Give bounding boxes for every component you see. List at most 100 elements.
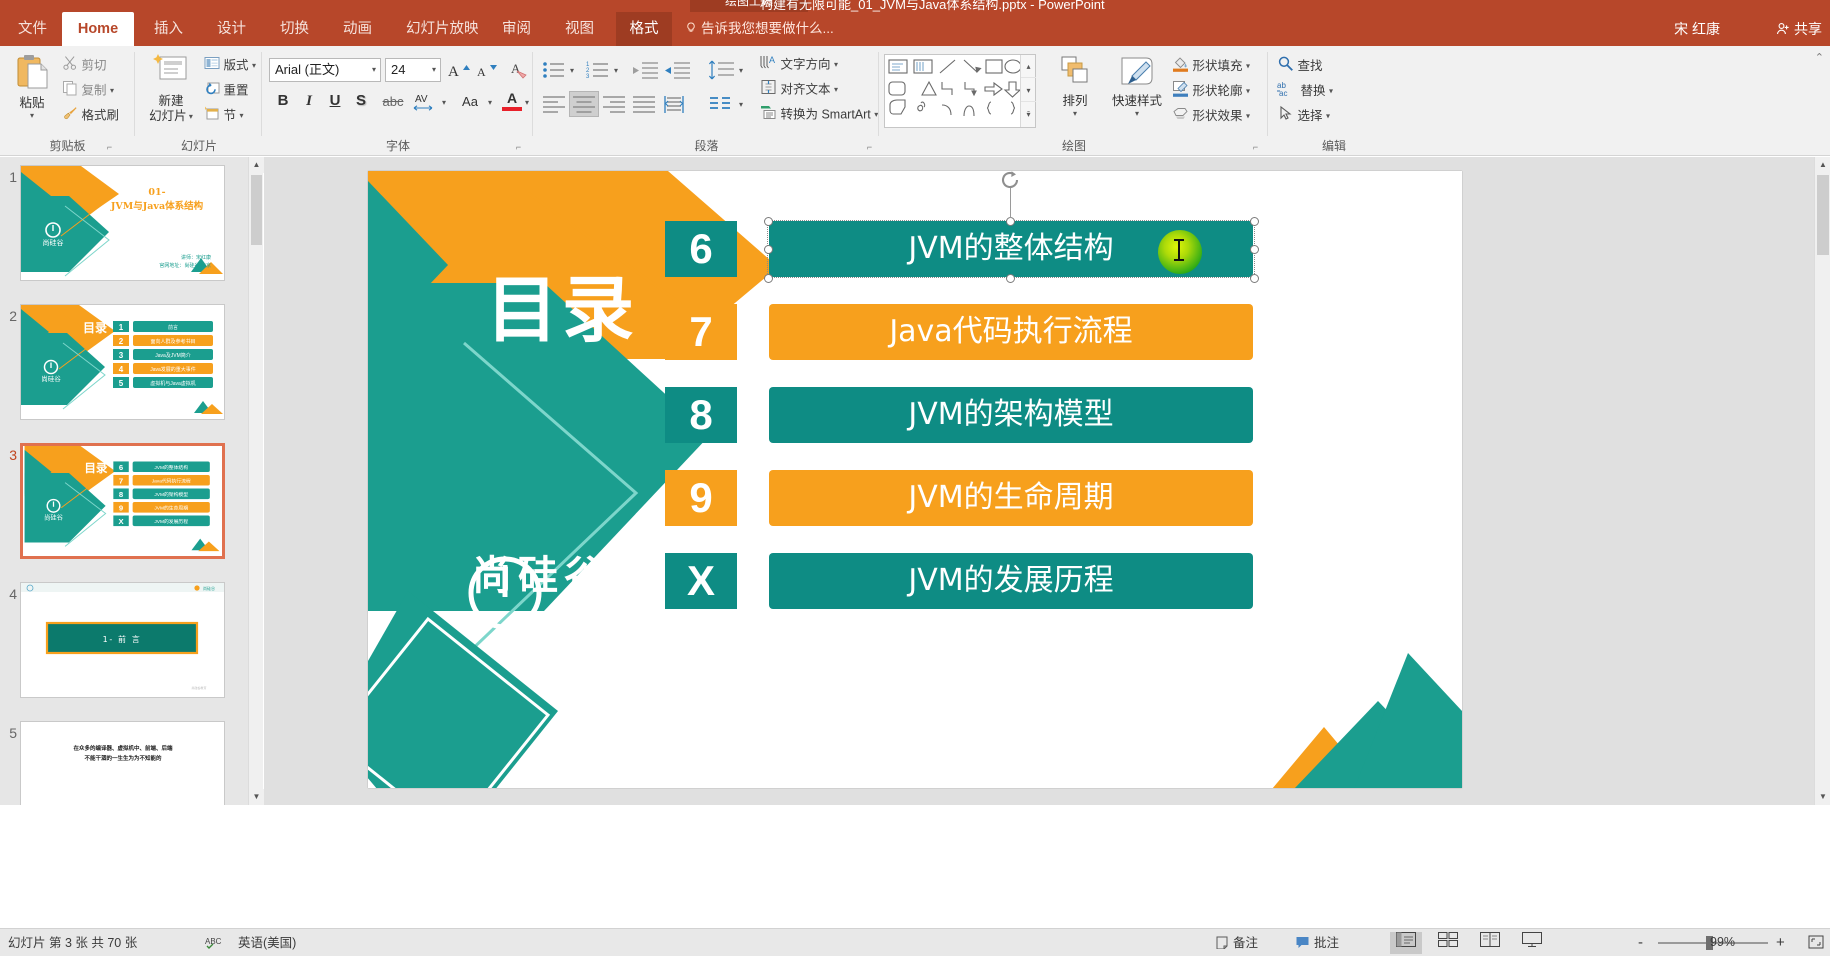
slide-scroll-down-icon[interactable]: ▼ [1815, 789, 1830, 805]
bold-button[interactable]: B [271, 90, 295, 114]
thumbnail-frame[interactable]: 尚硅谷 目录 1 前言 2 面向人群及参考书目 3 Java及JVM简介 4 J… [20, 304, 225, 420]
tab-insert[interactable]: 插入 [142, 12, 195, 46]
thumbnail-pane-scrollbar[interactable]: ▲ ▼ [248, 157, 264, 805]
tab-format[interactable]: 格式 [616, 12, 672, 46]
shape-outline-caret-icon[interactable]: ▾ [1246, 87, 1250, 96]
arrange-button[interactable]: 排列 ▾ [1048, 54, 1102, 118]
line-spacing-caret-icon[interactable]: ▾ [739, 66, 743, 75]
thumb-scroll-up-icon[interactable]: ▲ [249, 157, 264, 173]
toc-item-8[interactable]: 8 JVM的架构模型 [665, 387, 1257, 443]
notes-button[interactable]: 备注 [1215, 929, 1258, 956]
selection-handle-bottom-left[interactable] [764, 274, 773, 283]
align-right-button[interactable] [600, 92, 628, 116]
distribute-button[interactable] [660, 92, 688, 116]
tab-file[interactable]: 文件 [6, 12, 59, 46]
paragraph-dialog-launcher[interactable]: ⌐ [864, 142, 875, 153]
ribbon-collapse-icon[interactable]: ⌃ [1815, 51, 1824, 64]
drawing-dialog-launcher[interactable]: ⌐ [1250, 142, 1261, 153]
columns-button[interactable] [706, 92, 736, 116]
bullets-caret-icon[interactable]: ▾ [570, 66, 574, 75]
bullets-button[interactable] [540, 58, 568, 82]
share-button[interactable]: 共享 [1776, 12, 1822, 46]
shape-effects-caret-icon[interactable]: ▾ [1246, 112, 1250, 121]
strikethrough-button[interactable]: abc [378, 90, 408, 114]
section-button[interactable]: 节 ▾ [204, 105, 244, 125]
selection-handle-top-left[interactable] [764, 217, 773, 226]
slide-counter[interactable]: 幻灯片 第 3 张 共 70 张 [8, 929, 137, 956]
text-direction-button[interactable]: A 文字方向 ▾ [760, 54, 838, 74]
thumbnail-item-4[interactable]: 4 尚硅谷 1- 前 言 尚硅谷教育 [0, 582, 248, 706]
thumbnail-item-5[interactable]: 5 在众多的编译器、虚拟机中、前端、后端 不能干涸的一生生为为不知能的 [0, 721, 248, 805]
user-account-name[interactable]: 宋 红康 [1674, 12, 1720, 46]
decrease-indent-button[interactable] [630, 58, 660, 82]
numbering-caret-icon[interactable]: ▾ [614, 66, 618, 75]
numbering-button[interactable]: 123 [584, 58, 612, 82]
tab-design[interactable]: 设计 [205, 12, 258, 46]
decrease-font-size-button[interactable]: A [473, 58, 499, 82]
find-button[interactable]: 查找 [1277, 55, 1323, 75]
font-size-combo[interactable]: 24 ▾ [385, 58, 441, 82]
font-color-caret-icon[interactable]: ▾ [525, 98, 529, 107]
zoom-in-button[interactable]: + [1776, 929, 1785, 956]
clear-formatting-button[interactable]: A [507, 58, 533, 82]
selection-handle-top-right[interactable] [1250, 217, 1259, 226]
copy-button[interactable]: 复制 ▾ [62, 80, 114, 100]
thumbnail-frame[interactable]: 尚硅谷 1- 前 言 尚硅谷教育 [20, 582, 225, 698]
font-name-combo[interactable]: Arial (正文) ▾ [269, 58, 381, 82]
slide-scroll-up-icon[interactable]: ▲ [1815, 157, 1830, 173]
shape-fill-caret-icon[interactable]: ▾ [1246, 62, 1250, 71]
align-center-button[interactable] [569, 91, 599, 117]
thumbnail-frame-selected[interactable]: 尚硅谷 目录 6 JVM的整体结构 7 Java代码执行流程 8 JVM的架构模… [20, 443, 225, 559]
font-name-caret-icon[interactable]: ▾ [372, 59, 376, 81]
slide-scroll-thumb[interactable] [1817, 175, 1829, 255]
thumb-scroll-down-icon[interactable]: ▼ [249, 789, 264, 805]
view-slide-sorter-button[interactable] [1432, 932, 1464, 954]
cut-button[interactable]: 剪切 [62, 55, 107, 75]
format-painter-button[interactable]: 格式刷 [62, 105, 119, 125]
thumbnail-item-1[interactable]: 1 尚硅谷 01- JVM与Java体系结构 讲师：宋红康 官网地址：尚硅谷-北… [0, 165, 248, 289]
rotate-handle-icon[interactable] [998, 171, 1022, 192]
fit-slide-to-window-button[interactable] [1808, 929, 1824, 956]
toc-item-7[interactable]: 7 Java代码执行流程 [665, 304, 1257, 360]
thumbnail-frame[interactable]: 尚硅谷 01- JVM与Java体系结构 讲师：宋红康 官网地址：尚硅谷-北京 [20, 165, 225, 281]
select-caret-icon[interactable]: ▾ [1326, 112, 1330, 121]
select-button[interactable]: 选择 ▾ [1277, 105, 1330, 125]
new-slide-button[interactable]: 新建 幻灯片 ▾ [142, 52, 200, 123]
shapes-scroll-down-icon[interactable]: ▾ [1021, 79, 1036, 102]
line-spacing-button[interactable] [706, 58, 736, 82]
shape-effects-button[interactable]: 形状效果 ▾ [1172, 105, 1250, 125]
view-slideshow-button[interactable] [1516, 932, 1548, 954]
text-shadow-button[interactable]: S [349, 90, 373, 114]
tab-slideshow[interactable]: 幻灯片放映 [394, 12, 491, 46]
shape-fill-button[interactable]: 形状填充 ▾ [1172, 55, 1250, 75]
shapes-gallery[interactable]: ▴ ▾ ▾̄ [884, 54, 1036, 128]
character-spacing-button[interactable]: AV [411, 90, 441, 114]
thumbnail-item-3[interactable]: 3 尚硅谷 目录 6 JVM的整体结构 7 Java代码执行流程 8 JVM的架… [0, 443, 248, 567]
selection-handle-middle-left[interactable] [764, 245, 773, 254]
tab-animations[interactable]: 动画 [331, 12, 384, 46]
thumbnail-item-2[interactable]: 2 尚硅谷 目录 1 前言 2 面向人群及参考书目 3 Java及JVM简介 4… [0, 304, 248, 428]
tab-review[interactable]: 审阅 [490, 12, 543, 46]
toc-bar-8[interactable]: JVM的架构模型 [769, 387, 1253, 443]
slide-heading[interactable]: 目录 [486, 251, 638, 356]
new-slide-caret-icon[interactable]: ▾ [187, 111, 193, 120]
paste-caret-icon[interactable]: ▾ [6, 111, 58, 120]
selection-handle-top-center[interactable] [1006, 217, 1015, 226]
text-direction-caret-icon[interactable]: ▾ [834, 60, 838, 69]
underline-button[interactable]: U [323, 90, 347, 114]
quick-styles-button[interactable]: 快速样式 ▾ [1106, 54, 1168, 118]
paste-button[interactable]: 粘贴 ▾ [6, 52, 58, 120]
toc-bar-7[interactable]: Java代码执行流程 [769, 304, 1253, 360]
align-left-button[interactable] [540, 92, 568, 116]
thumb-scroll-thumb[interactable] [251, 175, 262, 245]
layout-caret-icon[interactable]: ▾ [252, 61, 256, 70]
view-normal-button[interactable] [1390, 932, 1422, 954]
justify-button[interactable] [630, 92, 658, 116]
clipboard-dialog-launcher[interactable]: ⌐ [104, 142, 115, 153]
increase-font-size-button[interactable]: A [445, 58, 471, 82]
replace-caret-icon[interactable]: ▾ [1329, 87, 1333, 96]
section-caret-icon[interactable]: ▾ [239, 111, 243, 120]
zoom-level-label[interactable]: 99% [1710, 928, 1735, 956]
italic-button[interactable]: I [297, 90, 321, 114]
selection-handle-middle-right[interactable] [1250, 245, 1259, 254]
